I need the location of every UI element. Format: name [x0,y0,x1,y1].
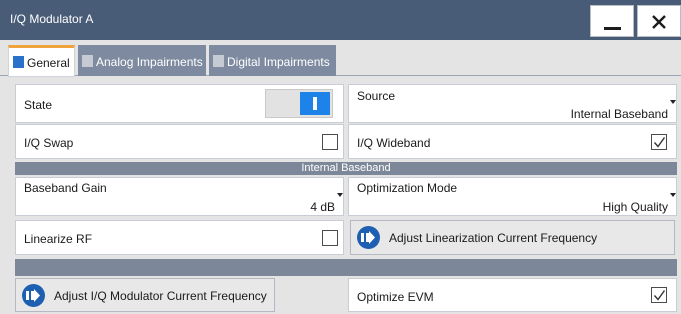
tab-label: Analog Impairments [96,55,203,69]
dropdown-arrow-icon [337,193,343,197]
optimize-evm-checkbox[interactable] [651,287,667,303]
linearize-rf-label: Linearize RF [24,232,93,246]
state-label: State [24,98,53,112]
close-button[interactable] [637,5,681,37]
baseband-gain-label: Baseband Gain [24,181,107,195]
arrow-right-icon [22,284,45,307]
tab-indicator-icon [213,55,224,67]
tab-indicator-icon [13,56,24,68]
minimize-button[interactable] [590,5,634,37]
iq-swap-cell: I/Q Swap [15,124,344,159]
title-bar: I/Q Modulator A [0,0,681,40]
tab-label: General [27,56,70,70]
adjust-iq-modulator-button[interactable]: Adjust I/Q Modulator Current Frequency [15,278,275,312]
tab-indicator-icon [82,55,93,67]
window-title: I/Q Modulator A [10,12,94,26]
adjust-linearization-label: Adjust Linearization Current Frequency [389,231,598,245]
tab-general[interactable]: General [8,45,75,77]
section-divider-band [15,259,677,276]
optimize-evm-cell: Optimize EVM [348,278,677,312]
optimization-mode-value: High Quality [602,200,668,214]
baseband-gain-value: 4 dB [310,200,335,214]
iq-swap-checkbox[interactable] [322,134,338,150]
iq-wideband-cell: I/Q Wideband [348,124,677,159]
iq-wideband-checkbox[interactable] [651,134,667,150]
source-select[interactable]: Source Internal Baseband [348,84,677,123]
optimize-evm-label: Optimize EVM [357,290,434,304]
iq-modulator-dialog: I/Q Modulator A General Analog Impairmen… [0,0,681,314]
linearize-rf-checkbox[interactable] [322,230,338,246]
tab-strip: General Analog Impairments Digital Impai… [0,40,681,77]
state-toggle[interactable] [265,89,333,118]
tab-analog-impairments[interactable]: Analog Impairments [78,45,206,76]
linearize-rf-cell: Linearize RF [15,220,344,255]
close-x-icon [652,15,666,29]
source-value: Internal Baseband [570,107,668,121]
state-cell: State [15,84,344,123]
iq-swap-label: I/Q Swap [24,136,74,150]
baseband-gain-select[interactable]: Baseband Gain 4 dB [15,177,344,216]
optimization-mode-select[interactable]: Optimization Mode High Quality [348,177,677,216]
iq-wideband-label: I/Q Wideband [357,136,431,150]
dropdown-arrow-icon [670,100,676,104]
adjust-iq-modulator-label: Adjust I/Q Modulator Current Frequency [54,289,267,303]
adjust-linearization-button[interactable]: Adjust Linearization Current Frequency [350,220,675,255]
checkmark-icon [653,290,666,301]
toggle-on-icon [300,92,330,115]
optimization-mode-label: Optimization Mode [357,181,458,195]
dropdown-arrow-icon [670,193,676,197]
checkmark-icon [653,137,666,148]
tab-digital-impairments[interactable]: Digital Impairments [209,45,336,76]
source-label: Source [357,89,396,103]
arrow-right-icon [357,226,380,249]
internal-baseband-header: Internal Baseband [15,162,677,175]
tab-label: Digital Impairments [227,55,330,69]
